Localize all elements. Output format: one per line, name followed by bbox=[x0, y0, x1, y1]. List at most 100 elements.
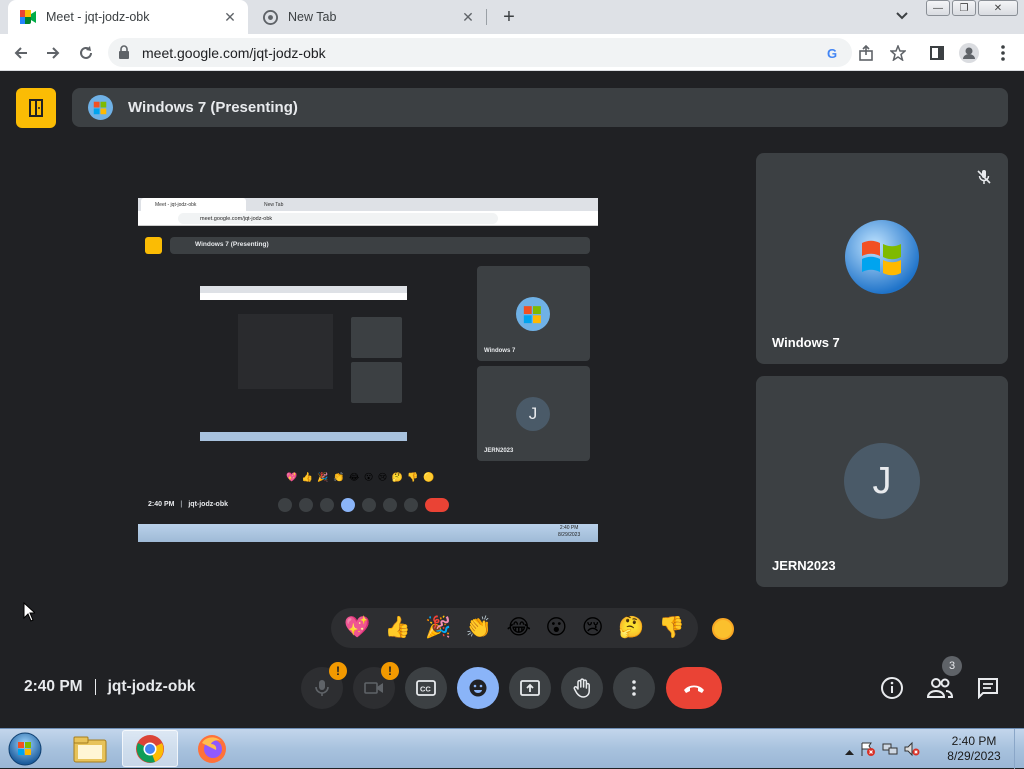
mic-warning-badge: ! bbox=[329, 662, 347, 680]
reaction-surprised[interactable]: 😮 bbox=[545, 616, 567, 640]
taskbar-clock[interactable]: 2:40 PM 8/29/2023 bbox=[940, 734, 1008, 764]
chat-icon[interactable] bbox=[975, 675, 1001, 701]
reaction-crying[interactable]: 😢 bbox=[582, 616, 604, 640]
windows-taskbar: 2:40 PM 8/29/2023 bbox=[0, 728, 1024, 769]
browser-toolbar: meet.google.com/jqt-jodz-obk G bbox=[0, 34, 1024, 71]
reaction-laughing[interactable]: 😂 bbox=[506, 616, 531, 640]
ss-tab-strip: Meet - jqt-jodz-obk New Tab bbox=[138, 198, 598, 211]
tab-close-icon[interactable]: ✕ bbox=[458, 7, 478, 27]
tab-search-chevron-icon[interactable] bbox=[895, 8, 915, 26]
ss-taskbar: 2:40 PM 8/29/2023 bbox=[138, 524, 598, 542]
participant-name: JERN2023 bbox=[772, 558, 836, 573]
file-explorer-icon[interactable] bbox=[62, 730, 118, 767]
presenting-banner: Windows 7 (Presenting) bbox=[72, 88, 1008, 127]
ss-tab-meet: Meet - jqt-jodz-obk bbox=[141, 198, 246, 211]
captions-button[interactable]: CC bbox=[405, 667, 447, 709]
forward-arrow-icon[interactable] bbox=[42, 42, 64, 64]
tab-title: New Tab bbox=[288, 10, 337, 24]
skin-tone-picker[interactable] bbox=[712, 618, 734, 640]
ss-tab-new: New Tab bbox=[264, 202, 284, 208]
ss-nested-screen bbox=[200, 286, 407, 441]
meet-stage: Windows 7 (Presenting) Meet - jqt-jodz-o… bbox=[0, 72, 1024, 728]
minimize-icon[interactable]: — bbox=[926, 0, 950, 16]
people-icon[interactable] bbox=[927, 675, 953, 701]
kebab-menu-icon[interactable] bbox=[993, 43, 1013, 63]
raise-hand-button[interactable] bbox=[561, 667, 603, 709]
ss-code: jqt-jodz-obk bbox=[188, 501, 228, 508]
mic-muted-icon bbox=[976, 169, 992, 185]
window-controls: — ❐ ✕ bbox=[926, 0, 1018, 16]
ss-clock-time: 2:40 PM bbox=[559, 525, 579, 531]
ss-presenting-label: Windows 7 (Presenting) bbox=[195, 241, 269, 248]
more-options-button[interactable] bbox=[613, 667, 655, 709]
participant-count-badge: 3 bbox=[942, 656, 962, 676]
camera-warning-badge: ! bbox=[381, 662, 399, 680]
bookmark-star-icon[interactable] bbox=[888, 43, 908, 63]
emoji-reactions-button[interactable] bbox=[457, 667, 499, 709]
participant-tile-windows7[interactable]: Windows 7 bbox=[756, 153, 1008, 364]
ss-tile-windows: Windows 7 bbox=[477, 266, 590, 361]
mouse-pointer-icon bbox=[23, 602, 35, 622]
lock-icon[interactable] bbox=[118, 45, 130, 64]
chrome-taskbar-icon[interactable] bbox=[122, 730, 178, 767]
meeting-room-door-icon[interactable] bbox=[16, 88, 56, 128]
ss-url: meet.google.com/jqt-jodz-obk bbox=[178, 213, 498, 224]
chrome-icon bbox=[262, 9, 278, 25]
ss-reaction-row: 💖 👍 🎉 👏 😂 😮 😢 🤔 👎 🟡 bbox=[286, 472, 436, 482]
ss-toolbar: meet.google.com/jqt-jodz-obk bbox=[138, 211, 598, 226]
share-icon[interactable] bbox=[856, 43, 876, 63]
google-lens-icon[interactable]: G bbox=[824, 44, 842, 62]
participant-avatar: J bbox=[844, 443, 920, 519]
leave-call-button[interactable] bbox=[666, 667, 722, 709]
clock-date: 8/29/2023 bbox=[947, 749, 1001, 763]
svg-text:G: G bbox=[827, 46, 837, 60]
system-tray bbox=[845, 741, 920, 762]
tab-meet[interactable]: Meet - jqt-jodz-obk ✕ bbox=[8, 0, 248, 34]
tab-divider bbox=[486, 9, 487, 25]
address-bar[interactable]: meet.google.com/jqt-jodz-obk G bbox=[108, 38, 852, 67]
reaction-clapping[interactable]: 👏 bbox=[466, 616, 492, 640]
reaction-thumbs-up[interactable]: 👍 bbox=[385, 616, 411, 640]
ss-tile-name: Windows 7 bbox=[484, 348, 516, 354]
reaction-party-popper[interactable]: 🎉 bbox=[425, 616, 451, 640]
reaction-thumbs-down[interactable]: 👎 bbox=[659, 616, 685, 640]
restore-icon[interactable]: ❐ bbox=[952, 0, 976, 16]
network-icon[interactable] bbox=[882, 741, 898, 762]
reaction-thinking[interactable]: 🤔 bbox=[618, 616, 644, 640]
participant-tile-jern2023[interactable]: J JERN2023 bbox=[756, 376, 1008, 587]
ss-tile-name: JERN2023 bbox=[484, 448, 514, 454]
tab-new-tab[interactable]: New Tab ✕ bbox=[250, 0, 486, 34]
action-center-flag-icon[interactable] bbox=[860, 741, 876, 762]
divider bbox=[94, 679, 96, 695]
reactions-bar: 💖 👍 🎉 👏 😂 😮 😢 🤔 👎 bbox=[331, 608, 698, 648]
windows-logo-avatar bbox=[844, 219, 920, 295]
ss-presenting-banner: Windows 7 (Presenting) bbox=[170, 237, 590, 254]
firefox-taskbar-icon[interactable] bbox=[184, 730, 240, 767]
window-close-icon[interactable]: ✕ bbox=[978, 0, 1018, 16]
side-panel-icon[interactable] bbox=[927, 43, 947, 63]
camera-button[interactable]: ! bbox=[353, 662, 399, 709]
tab-close-icon[interactable]: ✕ bbox=[220, 7, 240, 27]
start-orb-icon[interactable] bbox=[4, 730, 46, 768]
back-arrow-icon[interactable] bbox=[10, 42, 32, 64]
ss-avatar: J bbox=[516, 397, 550, 431]
presenting-label: Windows 7 (Presenting) bbox=[128, 99, 298, 116]
profile-avatar-icon[interactable] bbox=[959, 43, 979, 63]
tab-title: Meet - jqt-jodz-obk bbox=[46, 10, 150, 24]
ss-clock: 2:40 PM 8/29/2023 bbox=[558, 525, 580, 539]
new-tab-plus-icon[interactable]: + bbox=[498, 6, 520, 28]
present-screen-button[interactable] bbox=[509, 667, 551, 709]
url-text: meet.google.com/jqt-jodz-obk bbox=[142, 45, 326, 61]
show-desktop-button[interactable] bbox=[1014, 729, 1024, 769]
microphone-button[interactable]: ! bbox=[301, 662, 347, 709]
reaction-sparkling-heart[interactable]: 💖 bbox=[344, 616, 370, 640]
meeting-code: jqt-jodz-obk bbox=[107, 678, 196, 695]
volume-muted-icon[interactable] bbox=[904, 741, 920, 762]
meeting-info-icon[interactable] bbox=[879, 675, 905, 701]
windows-avatar-icon bbox=[88, 95, 113, 120]
meeting-time: 2:40 PM bbox=[24, 678, 83, 695]
reload-icon[interactable] bbox=[75, 42, 97, 64]
shared-screen-preview: Meet - jqt-jodz-obk New Tab meet.google.… bbox=[138, 198, 598, 542]
clock-time: 2:40 PM bbox=[951, 734, 997, 748]
tray-expand-icon[interactable] bbox=[845, 743, 854, 761]
